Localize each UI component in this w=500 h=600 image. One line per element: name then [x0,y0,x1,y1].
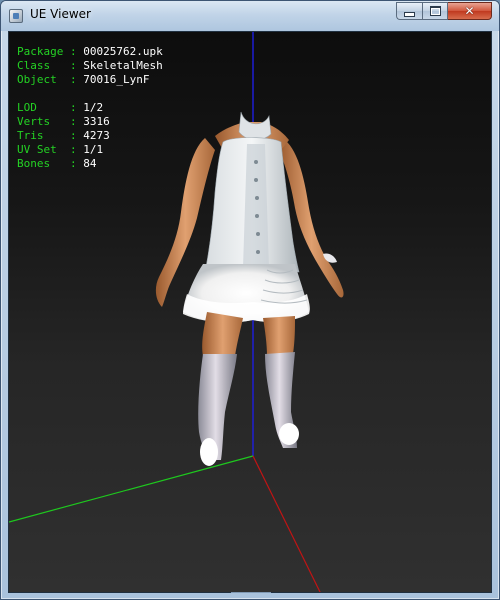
package-label: Package [17,45,64,58]
info-row-lod: LOD : 1/2 [17,101,163,115]
object-label: Object [17,73,64,86]
close-icon: ✕ [464,4,475,18]
verts-label: Verts [17,115,64,128]
object-value: 70016_LynF [83,73,150,86]
info-row-bones: Bones : 84 [17,157,163,171]
maximize-icon [429,6,441,16]
uvset-value: 1/1 [83,143,104,156]
minimize-icon [404,12,415,17]
object-separator: : [63,73,84,86]
info-row-package: Package : 00025762.upk [17,45,163,59]
lod-value: 1/2 [83,101,104,114]
info-row-tris: Tris : 4273 [17,129,163,143]
bones-separator: : [63,157,84,170]
class-label: Class [17,59,64,72]
lod-separator: : [63,101,84,114]
package-value: 00025762.upk [83,45,163,58]
minimize-button[interactable] [396,2,422,20]
ue-viewer-window: UE Viewer ✕ Package: 00025762.upk Class… [0,0,500,600]
bones-label: Bones [17,157,64,170]
window-controls: ✕ [396,2,492,22]
uvset-separator: : [63,143,84,156]
axis-y-line [9,455,254,523]
3d-viewport[interactable]: Package : 00025762.upk Class : SkeletalM… [8,31,492,593]
tris-separator: : [63,129,84,142]
tris-value: 4273 [83,129,110,142]
title-bar[interactable]: UE Viewer ✕ [1,1,499,31]
info-row-object: Object : 70016_LynF [17,73,163,87]
right-thigh [263,316,295,356]
tris-label: Tris [17,129,64,142]
mesh-info-overlay: Package : 00025762.upk Class : SkeletalM… [17,45,163,171]
close-button[interactable]: ✕ [448,2,492,20]
class-value: SkeletalMesh [83,59,163,72]
info-row-uvset: UV Set : 1/1 [17,143,163,157]
info-row-class: Class : SkeletalMesh [17,59,163,73]
bones-value: 84 [83,157,97,170]
window-title: UE Viewer [30,7,91,21]
axis-x-line [252,455,321,592]
verts-value: 3316 [83,115,110,128]
lod-label: LOD [17,101,64,114]
class-separator: : [63,59,84,72]
info-row-verts: Verts : 3316 [17,115,163,129]
app-icon[interactable] [9,9,23,23]
verts-separator: : [63,115,84,128]
right-shoe [279,423,299,445]
bottom-resize-edge[interactable] [231,592,271,599]
uvset-label: UV Set [17,143,64,156]
left-shoe [200,438,218,466]
maximize-button[interactable] [422,2,448,20]
package-separator: : [63,45,84,58]
neck-collar [238,111,272,141]
left-thigh [202,312,243,356]
